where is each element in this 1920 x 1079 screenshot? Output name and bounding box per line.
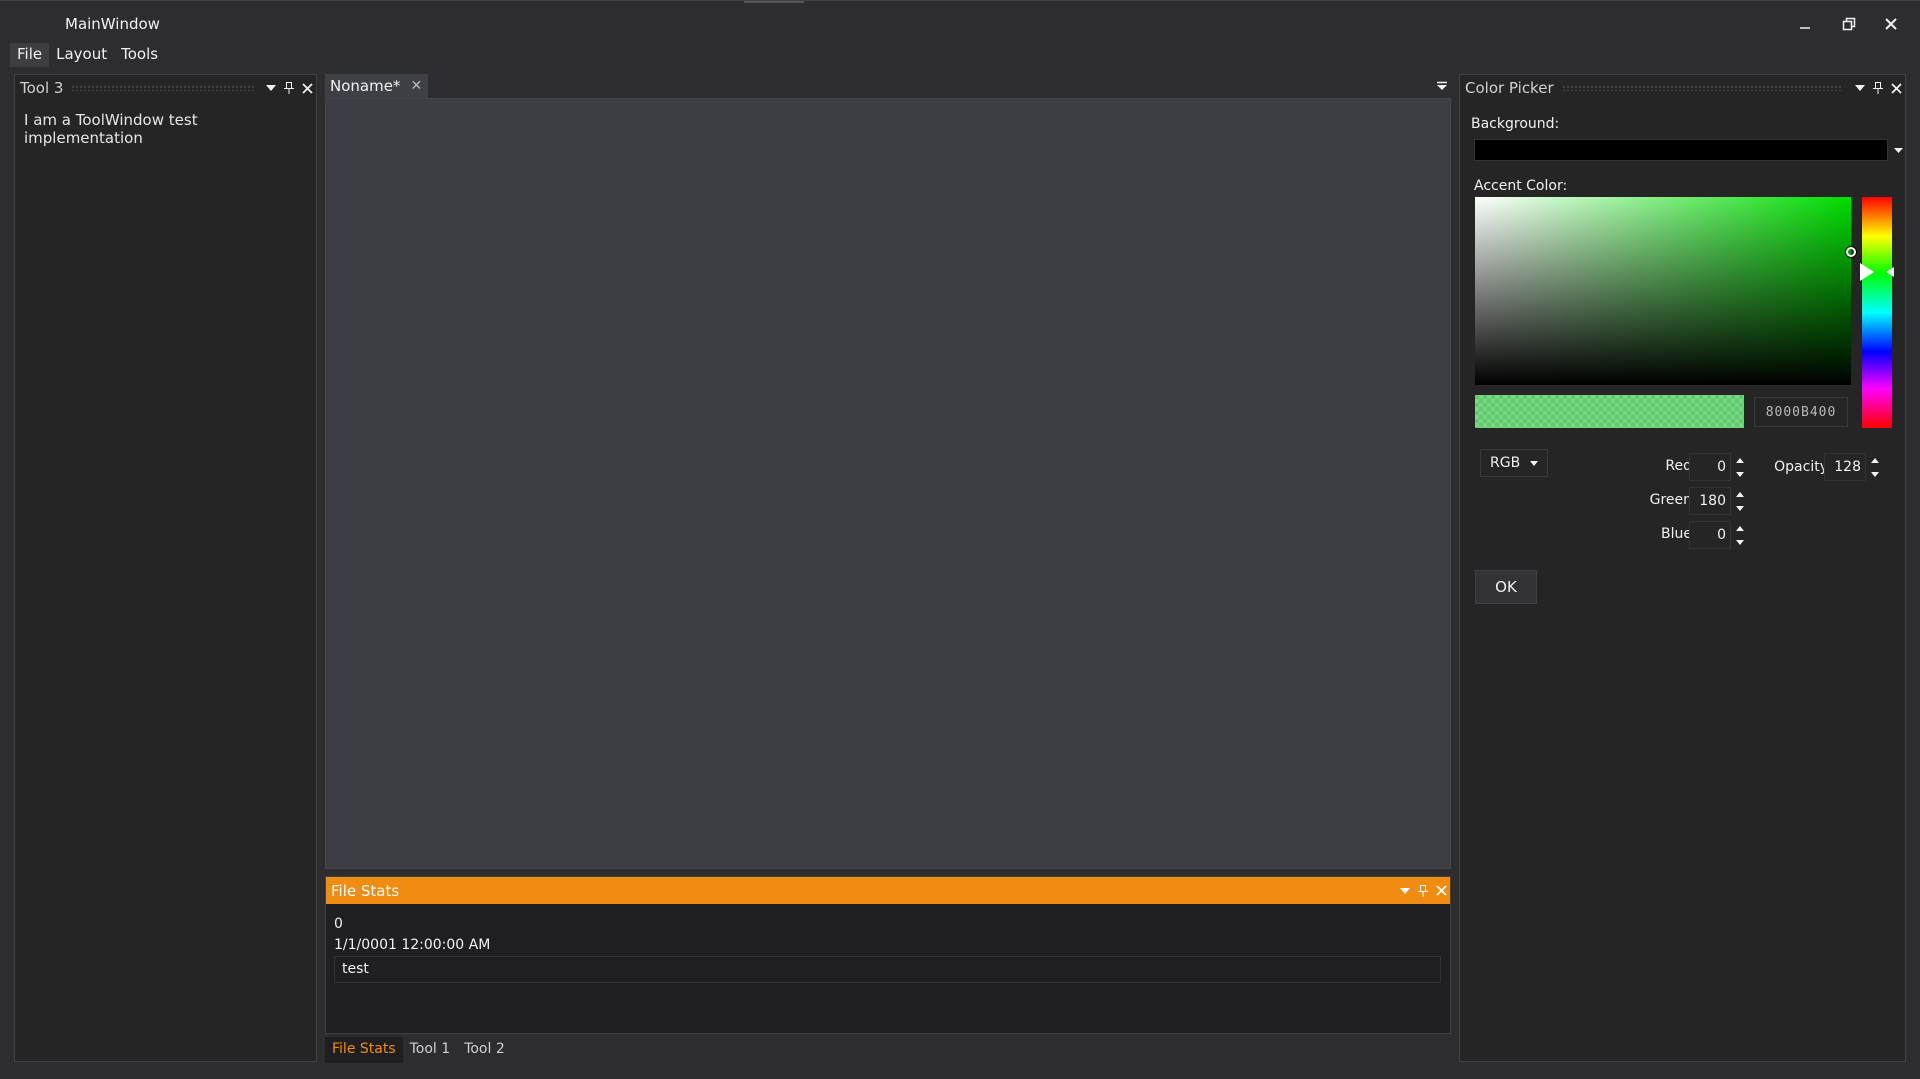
background-label: Background:: [1471, 116, 1560, 132]
color-picker-panel: Color Picker Background: Accent Color: 8…: [1459, 74, 1906, 1062]
tab-file-stats[interactable]: File Stats: [325, 1037, 403, 1063]
title-bar: MainWindow: [0, 0, 1920, 44]
menu-bar: File Layout Tools: [10, 43, 165, 67]
color-picker-menu-chevron-down-icon[interactable]: [1851, 78, 1869, 98]
saturation-value-area[interactable]: [1475, 197, 1851, 385]
background-combo-chevron-down-icon[interactable]: [1890, 140, 1906, 160]
file-stats-textbox[interactable]: test: [334, 956, 1441, 983]
file-stats-pin-icon[interactable]: [1414, 881, 1432, 901]
tool3-menu-chevron-down-icon[interactable]: [262, 78, 280, 98]
menu-tools[interactable]: Tools: [114, 43, 165, 67]
file-stats-menu-chevron-down-icon[interactable]: [1396, 881, 1414, 901]
title-accent-strip: [744, 1, 804, 3]
background-color-combo[interactable]: [1474, 139, 1888, 161]
file-stats-drag-grip[interactable]: [407, 888, 1388, 894]
accent-color-label: Accent Color:: [1474, 178, 1568, 194]
hue-slider-thumb-right[interactable]: [1886, 267, 1894, 277]
file-stats-title: File Stats: [331, 881, 400, 900]
color-mode-chevron-down-icon: [1530, 460, 1539, 466]
blue-input[interactable]: 0: [1689, 521, 1731, 549]
document-tab[interactable]: Noname* ✕: [325, 74, 429, 98]
red-spinner[interactable]: [1733, 453, 1747, 481]
hue-slider-thumb-left[interactable]: [1860, 263, 1874, 281]
color-picker-header: Color Picker: [1460, 75, 1905, 101]
file-stats-header: File Stats: [326, 877, 1450, 904]
green-label: Green: [1649, 492, 1692, 508]
document-tabstrip: Noname* ✕: [325, 74, 1451, 98]
document-content-area[interactable]: [325, 98, 1451, 869]
file-stats-value-date: 1/1/0001 12:00:00 AM: [334, 937, 491, 953]
menu-file[interactable]: File: [10, 43, 50, 67]
document-list-menu-icon[interactable]: [1433, 77, 1451, 95]
blue-spinner[interactable]: [1733, 521, 1747, 549]
red-label: Red: [1665, 458, 1692, 474]
file-stats-value-size: 0: [334, 916, 343, 932]
opacity-input[interactable]: 128: [1824, 453, 1866, 481]
color-mode-combo[interactable]: RGB: [1480, 449, 1548, 477]
file-stats-panel: File Stats 0 1/1/0001 12:00:00 AM test: [325, 876, 1451, 1034]
color-picker-drag-grip[interactable]: [1561, 85, 1843, 91]
green-input[interactable]: 180: [1689, 487, 1731, 515]
menu-layout[interactable]: Layout: [49, 43, 114, 67]
blue-label: Blue: [1661, 526, 1692, 542]
green-spinner[interactable]: [1733, 487, 1747, 515]
document-tab-close-icon[interactable]: ✕: [410, 78, 422, 94]
tool3-drag-grip[interactable]: [71, 85, 254, 91]
ok-button[interactable]: OK: [1475, 570, 1537, 604]
saturation-value-handle[interactable]: [1846, 247, 1856, 257]
tool3-title: Tool 3: [20, 79, 64, 97]
tool3-header: Tool 3: [15, 75, 316, 101]
tool3-panel: Tool 3 I am a ToolWindow test implementa…: [14, 74, 317, 1062]
window-title: MainWindow: [65, 15, 160, 33]
bottom-tabstrip: File Stats Tool 1 Tool 2: [325, 1037, 512, 1063]
file-stats-close-icon[interactable]: [1432, 881, 1450, 901]
close-icon[interactable]: [1871, 9, 1911, 39]
color-picker-title: Color Picker: [1465, 79, 1554, 97]
color-preview-swatch: [1475, 395, 1744, 428]
document-tab-label: Noname*: [330, 77, 401, 95]
color-mode-value: RGB: [1490, 455, 1521, 471]
tool3-content-text: I am a ToolWindow test implementation: [24, 111, 198, 147]
restore-icon[interactable]: [1829, 9, 1869, 39]
color-picker-close-icon[interactable]: [1887, 78, 1905, 98]
red-input[interactable]: 0: [1689, 453, 1731, 481]
hex-value-field[interactable]: 8000B400: [1754, 397, 1848, 427]
color-picker-pin-icon[interactable]: [1869, 78, 1887, 98]
tool3-pin-icon[interactable]: [280, 78, 298, 98]
tab-tool-1[interactable]: Tool 1: [403, 1037, 458, 1063]
tab-tool-2[interactable]: Tool 2: [457, 1037, 512, 1063]
hue-slider[interactable]: [1862, 197, 1892, 428]
opacity-spinner[interactable]: [1868, 453, 1882, 481]
opacity-label: Opacity: [1774, 459, 1828, 475]
tool3-close-icon[interactable]: [298, 78, 316, 98]
minimize-icon[interactable]: [1785, 9, 1825, 39]
